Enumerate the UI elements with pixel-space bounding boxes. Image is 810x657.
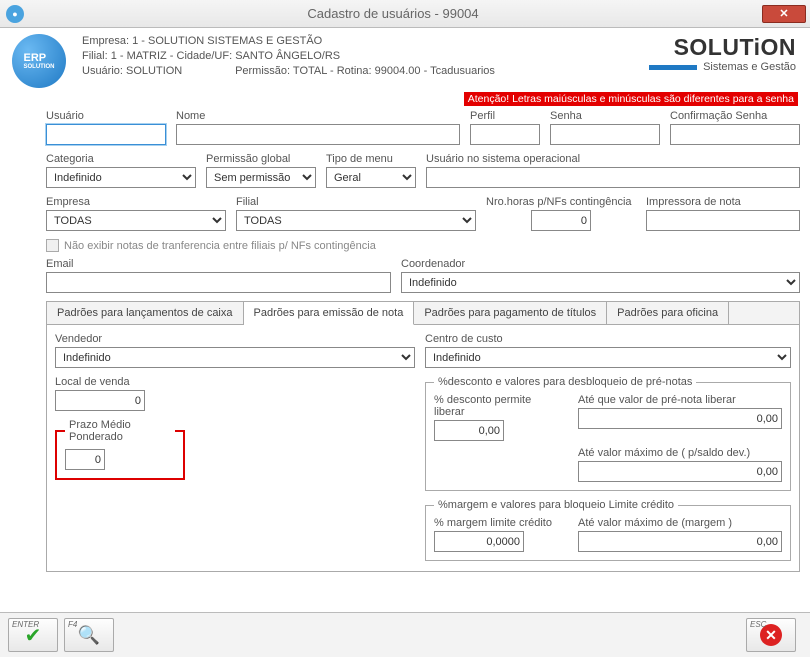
desc-perc-label: % desconto permite liberar bbox=[434, 394, 564, 418]
nome-input[interactable] bbox=[176, 124, 460, 145]
tipo-menu-label: Tipo de menu bbox=[326, 153, 416, 165]
vendedor-label: Vendedor bbox=[55, 333, 415, 345]
header-empresa: Empresa: 1 - SOLUTION SISTEMAS E GESTÃO bbox=[82, 34, 495, 49]
usuario-so-label: Usuário no sistema operacional bbox=[426, 153, 800, 165]
header: ERPSOLUTION Empresa: 1 - SOLUTION SISTEM… bbox=[0, 28, 810, 90]
horas-nfs-input[interactable] bbox=[531, 210, 591, 231]
header-permissao: Permissão: TOTAL - Rotina: 99004.00 - Tc… bbox=[235, 65, 495, 77]
margem-perc-label: % margem limite crédito bbox=[434, 517, 564, 529]
empresa-label: Empresa bbox=[46, 196, 226, 208]
perfil-input[interactable] bbox=[470, 124, 540, 145]
centro-custo-select[interactable]: Indefinido bbox=[425, 347, 791, 368]
ate-valor-input[interactable] bbox=[578, 408, 782, 429]
vendedor-select[interactable]: Indefinido bbox=[55, 347, 415, 368]
local-venda-input[interactable] bbox=[55, 390, 145, 411]
coordenador-select[interactable]: Indefinido bbox=[401, 272, 800, 293]
usuario-so-input[interactable] bbox=[426, 167, 800, 188]
ate-max-input[interactable] bbox=[578, 461, 782, 482]
usuario-input[interactable] bbox=[46, 124, 166, 145]
conf-senha-label: Confirmação Senha bbox=[670, 110, 800, 122]
brand-subtitle: Sistemas e Gestão bbox=[703, 61, 796, 73]
nao-exibir-checkbox[interactable]: Não exibir notas de tranferencia entre f… bbox=[46, 239, 800, 252]
desc-perc-input[interactable] bbox=[434, 420, 504, 441]
perm-global-select[interactable]: Sem permissão bbox=[206, 167, 316, 188]
usuario-label: Usuário bbox=[46, 110, 166, 122]
footer-bar: ENTER ✔ F4 🔍 ESC ✕ bbox=[0, 612, 810, 657]
prazo-medio-fieldset: Prazo Médio Ponderado bbox=[55, 419, 185, 480]
coordenador-label: Coordenador bbox=[401, 258, 800, 270]
brand-logo: SOLUTiON bbox=[649, 34, 796, 61]
window-titlebar: ● Cadastro de usuários - 99004 ✕ bbox=[0, 0, 810, 28]
desconto-fieldset: %desconto e valores para desbloqueio de … bbox=[425, 376, 791, 491]
margem-perc-input[interactable] bbox=[434, 531, 524, 552]
centro-custo-label: Centro de custo bbox=[425, 333, 791, 345]
window-title: Cadastro de usuários - 99004 bbox=[24, 6, 762, 21]
erp-logo: ERPSOLUTION bbox=[12, 34, 66, 88]
horas-nfs-label: Nro.horas p/NFs contingência bbox=[486, 196, 636, 208]
impressora-input[interactable] bbox=[646, 210, 800, 231]
senha-input[interactable] bbox=[550, 124, 660, 145]
header-filial: Filial: 1 - MATRIZ - Cidade/UF: SANTO ÂN… bbox=[82, 49, 495, 64]
prazo-legend: Prazo Médio Ponderado bbox=[65, 419, 175, 443]
filial-label: Filial bbox=[236, 196, 476, 208]
checkbox-icon bbox=[46, 239, 59, 252]
close-button[interactable]: ✕ bbox=[762, 5, 806, 23]
margem-fieldset: %margem e valores para bloqueio Limite c… bbox=[425, 499, 791, 561]
tab-pagamento-titulos[interactable]: Padrões para pagamento de títulos bbox=[414, 302, 607, 324]
empresa-select[interactable]: TODAS bbox=[46, 210, 226, 231]
perm-global-label: Permissão global bbox=[206, 153, 316, 165]
tab-emissao-nota[interactable]: Padrões para emissão de nota bbox=[244, 302, 415, 325]
email-input[interactable] bbox=[46, 272, 391, 293]
local-venda-label: Local de venda bbox=[55, 376, 145, 388]
enter-button[interactable]: ENTER ✔ bbox=[8, 618, 58, 652]
tab-oficina[interactable]: Padrões para oficina bbox=[607, 302, 729, 324]
password-case-warning: Atenção! Letras maiúsculas e minúsculas … bbox=[464, 92, 798, 106]
nao-exibir-label: Não exibir notas de tranferencia entre f… bbox=[64, 240, 376, 252]
margem-ate-input[interactable] bbox=[578, 531, 782, 552]
tab-lancamentos-caixa[interactable]: Padrões para lançamentos de caixa bbox=[47, 302, 244, 324]
email-label: Email bbox=[46, 258, 391, 270]
conf-senha-input[interactable] bbox=[670, 124, 800, 145]
search-button[interactable]: F4 🔍 bbox=[64, 618, 114, 652]
ate-max-label: Até valor máximo de ( p/saldo dev.) bbox=[578, 447, 782, 459]
margem-legend: %margem e valores para bloqueio Limite c… bbox=[434, 499, 678, 511]
prazo-input[interactable] bbox=[65, 449, 105, 470]
perfil-label: Perfil bbox=[470, 110, 540, 122]
margem-ate-label: Até valor máximo de (margem ) bbox=[578, 517, 782, 529]
header-usuario: Usuário: SOLUTION bbox=[82, 64, 232, 79]
tab-container: Padrões para lançamentos de caixa Padrõe… bbox=[46, 301, 800, 572]
search-icon: 🔍 bbox=[78, 625, 100, 646]
desconto-legend: %desconto e valores para desbloqueio de … bbox=[434, 376, 696, 388]
impressora-label: Impressora de nota bbox=[646, 196, 800, 208]
categoria-select[interactable]: Indefinido bbox=[46, 167, 196, 188]
cancel-button[interactable]: ESC ✕ bbox=[746, 618, 796, 652]
tipo-menu-select[interactable]: Geral bbox=[326, 167, 416, 188]
senha-label: Senha bbox=[550, 110, 660, 122]
categoria-label: Categoria bbox=[46, 153, 196, 165]
ate-valor-label: Até que valor de pré-nota liberar bbox=[578, 394, 782, 406]
app-icon: ● bbox=[6, 5, 24, 23]
filial-select[interactable]: TODAS bbox=[236, 210, 476, 231]
nome-label: Nome bbox=[176, 110, 460, 122]
